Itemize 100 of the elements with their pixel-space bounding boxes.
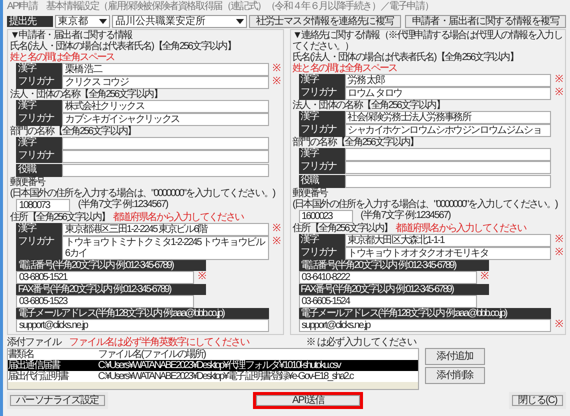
row-label: 漢字 bbox=[16, 137, 62, 150]
field-label: 氏名(法人・団体の場合は代表者氏名)【全角256文字以内】 bbox=[292, 52, 518, 63]
text-field[interactable]: トウキョウトオオタクオオモリキタ bbox=[344, 247, 551, 260]
text-field[interactable]: 03-6805-1521 bbox=[16, 271, 194, 284]
copy-button[interactable]: 申請者・届出者に関する情報を複写 bbox=[404, 15, 566, 28]
attachment-row[interactable]: 届出通信届書 C:¥Users¥WATANABE2023¥Desktop¥代理フォルダ¥1010l-shutoku.csv bbox=[8, 360, 418, 371]
field-note: 都道府県名から入力してください bbox=[112, 212, 244, 223]
row-label: フリガナ bbox=[16, 236, 62, 260]
text-field[interactable] bbox=[344, 175, 551, 188]
text-field[interactable]: カブシキガイシャクリックス bbox=[62, 113, 268, 126]
row-label: フリガナ bbox=[298, 161, 344, 174]
field-label: 電話番号(半角20文字以内 例:012-345-6789) bbox=[16, 260, 206, 271]
window-title: API申請 基本情報設定（雇用保険被保険者資格取得届（連記式）（令和４年６月以降手続き）／電子申請） bbox=[7, 0, 434, 13]
field-label: 郵便番号 bbox=[10, 177, 45, 188]
field-hint: (日本国外の住所を入力する場合は、"0000000"を入力してください。) bbox=[292, 199, 558, 210]
text-field[interactable] bbox=[344, 148, 551, 161]
column-header: 書類名 bbox=[8, 349, 35, 360]
required-mark: ※ bbox=[272, 63, 280, 76]
format-hint: (半角7文字 例:1234567) bbox=[78, 199, 168, 212]
text-field[interactable] bbox=[62, 137, 268, 150]
field-note: 姓と名の間は全角スペース bbox=[10, 52, 114, 63]
prefecture-dropdown[interactable]: 東京都 bbox=[55, 15, 110, 28]
postal-code-field[interactable]: 1080073 bbox=[16, 199, 70, 212]
text-field[interactable]: 03-6605-1524 bbox=[298, 295, 476, 308]
required-mark: ※ bbox=[197, 271, 206, 284]
text-field[interactable]: 栗橋 浩二 bbox=[62, 63, 268, 76]
text-field[interactable]: ロウム タロウ bbox=[344, 87, 551, 100]
required-mark: ※ bbox=[272, 223, 280, 236]
attachment-row[interactable]: 届出代行証明書 C:¥Users¥WATANABE2023¥Desktop¥電子証明書登録¥e-Gov-E18_sha2.c bbox=[8, 371, 418, 382]
field-label: 住所【全角256文字以内】 bbox=[292, 223, 392, 234]
text-field[interactable]: support@clicks.ne.jp bbox=[16, 319, 268, 332]
text-field[interactable]: 03-6410-8222 bbox=[298, 271, 476, 284]
text-field[interactable]: 03-6805-1523 bbox=[16, 295, 194, 308]
field-label: 電話番号(半角20文字以内 例:012-345-6789) bbox=[298, 260, 488, 271]
row-label: 漢字 bbox=[16, 223, 62, 236]
text-field[interactable] bbox=[344, 161, 551, 174]
field-label: 電子メールアドレス(半角128文字以内 例:aaa@bbb.co.jp) bbox=[16, 308, 268, 319]
attachment-label: 添付ファイル bbox=[7, 337, 61, 348]
section-title: ▼連絡先に関する情報（※代理申請する場合は代理人の情報を入力してください。） bbox=[292, 30, 563, 52]
dropdown-arrow-icon bbox=[236, 19, 244, 24]
text-field[interactable]: 社会保険労務士法人労務事務所 bbox=[344, 111, 551, 124]
attachment-note: ファイル名は必ず半角英数字にしてください bbox=[69, 337, 249, 348]
copy-button[interactable]: 社労士マスタ情報を連絡先に複写 bbox=[248, 15, 401, 28]
required-mark: ※ bbox=[554, 247, 563, 260]
text-field[interactable]: シャカイホケンロウムシホウジンロウムジムショ bbox=[344, 124, 551, 137]
row-label: フリガナ bbox=[298, 124, 344, 137]
row-label: フリガナ bbox=[16, 150, 62, 163]
required-mark: ※ bbox=[272, 236, 280, 249]
text-field[interactable]: 東京都大田区大森北1-1-1 bbox=[344, 234, 551, 247]
row-label: 漢字 bbox=[298, 74, 344, 87]
field-label: 氏名(法人・団体の場合は代表者氏名)【全角256文字以内】 bbox=[10, 41, 236, 52]
row-label: 役職 bbox=[298, 175, 344, 188]
field-label: 法人・団体の名称【全角256文字以内】 bbox=[292, 100, 444, 111]
postal-code-field[interactable]: 1600023 bbox=[298, 210, 352, 223]
office-dropdown[interactable]: 品川公共職業安定所 bbox=[112, 15, 247, 28]
submit-to-label: 提出先 bbox=[7, 16, 53, 27]
row-label: 漢字 bbox=[16, 100, 62, 113]
field-label: 部門の名称【全角256文字以内】 bbox=[10, 126, 136, 137]
required-mark: ※ bbox=[272, 76, 280, 89]
field-label: 法人・団体の名称【全角256文字以内】 bbox=[10, 89, 162, 100]
format-hint: (半角7文字 例:1234567) bbox=[360, 210, 450, 222]
text-field[interactable]: クリクス コウジ bbox=[62, 76, 268, 89]
text-field[interactable]: support@clicks.ne.jp bbox=[298, 319, 551, 332]
row-label: 役職 bbox=[16, 164, 62, 177]
text-field[interactable] bbox=[62, 164, 268, 177]
footer-button[interactable]: API送信 bbox=[253, 392, 364, 409]
footer-button[interactable]: パーソナライズ設定 bbox=[7, 392, 108, 409]
required-mark: ※ bbox=[554, 234, 563, 247]
required-mark: ※ bbox=[480, 271, 488, 284]
field-note: 都道府県名から入力してください bbox=[395, 223, 526, 234]
text-field[interactable]: トウキョウトミナトクミタ1-2-2245 トウキョウビル6カイ bbox=[62, 236, 268, 260]
attachment-button[interactable]: 添付削除 bbox=[425, 367, 485, 384]
text-field[interactable]: 労務 太郎 bbox=[344, 74, 551, 87]
column-header: ファイル名(ファイルの場所) bbox=[98, 349, 207, 360]
row-label: 漢字 bbox=[16, 63, 62, 76]
field-label: 電子メールアドレス(半角128文字以内 例:aaa@bbb.co.jp) bbox=[298, 308, 551, 319]
field-label: 郵便番号 bbox=[292, 188, 328, 199]
text-field[interactable]: 東京都港区三田1-2-2245 東京ビル6階 bbox=[62, 223, 268, 236]
required-mark: ※ bbox=[554, 319, 563, 332]
row-label: フリガナ bbox=[298, 247, 344, 260]
field-label: 部門の名称【全角256文字以内】 bbox=[292, 137, 418, 148]
row-label: 漢字 bbox=[298, 148, 344, 161]
required-note: ※ は必ず入力してください bbox=[306, 337, 416, 348]
row-label: フリガナ bbox=[16, 76, 62, 89]
field-label: 住所【全角256文字以内】 bbox=[10, 212, 110, 223]
row-label: フリガナ bbox=[16, 113, 62, 126]
attachment-button[interactable]: 添付追加 bbox=[425, 348, 485, 365]
required-mark: ※ bbox=[554, 87, 563, 100]
footer-button[interactable]: 閉じる(C) bbox=[508, 392, 566, 409]
text-field[interactable]: 株式会社クリックス bbox=[62, 100, 268, 113]
text-field[interactable] bbox=[62, 150, 268, 163]
field-hint: (日本国外の住所を入力する場合は、"0000000"を入力してください。) bbox=[10, 188, 275, 199]
field-label: FAX番号(半角20文字以内 例:012-345-6789) bbox=[298, 284, 488, 295]
field-label: FAX番号(半角20文字以内 例:012-345-6789) bbox=[16, 284, 206, 295]
section-title: ▼申請者・届出者に関する情報 bbox=[10, 30, 132, 41]
row-label: 漢字 bbox=[298, 234, 344, 247]
dropdown-arrow-icon bbox=[99, 19, 108, 24]
row-label: 漢字 bbox=[298, 111, 344, 124]
field-note: 姓と名の間は全角スペース bbox=[292, 63, 397, 74]
required-mark: ※ bbox=[554, 74, 563, 87]
